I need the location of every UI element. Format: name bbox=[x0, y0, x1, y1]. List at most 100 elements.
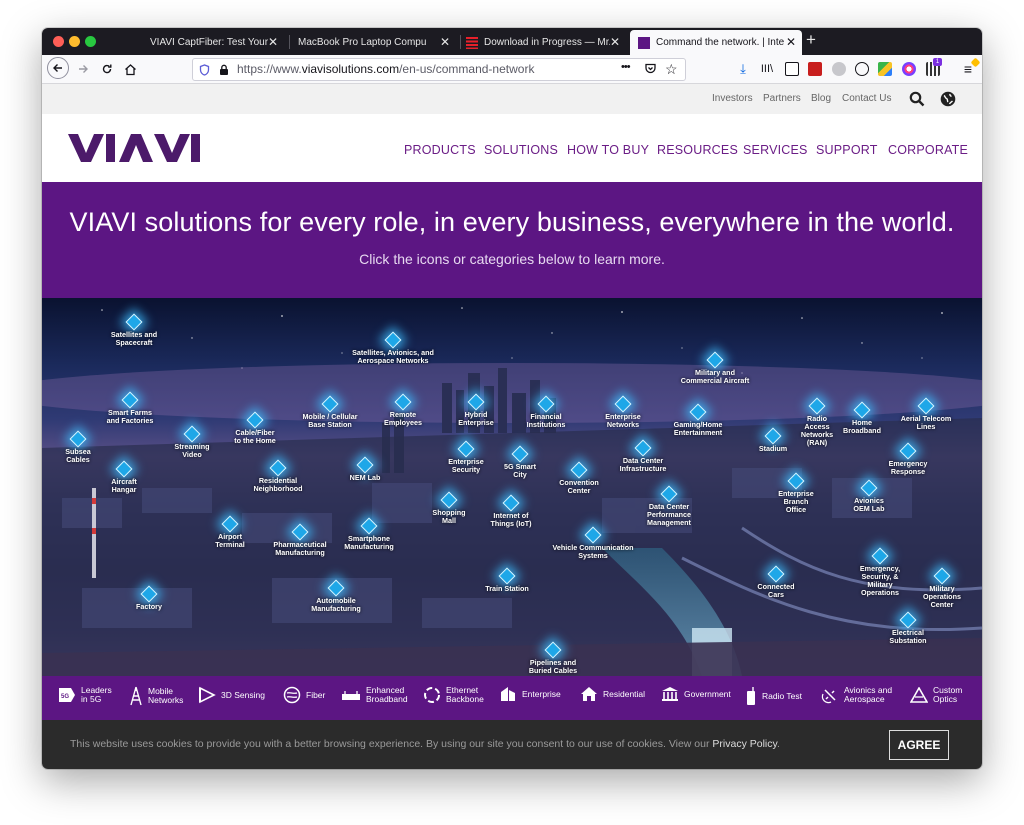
category-ethernet-backbone[interactable]: Ethernet Backbone bbox=[423, 686, 484, 704]
contact-us-link[interactable]: Contact Us bbox=[842, 93, 891, 104]
nav-how-to-buy[interactable]: HOW TO BUY bbox=[567, 143, 649, 157]
zoom-window-button[interactable] bbox=[85, 36, 96, 47]
hotspot-label[interactable]: Remote Employees bbox=[384, 411, 422, 427]
hotspot-label[interactable]: Hybrid Enterprise bbox=[458, 411, 494, 427]
hotspot-label[interactable]: Home Broadband bbox=[843, 419, 881, 435]
hotspot-label[interactable]: Gaming/Home Entertainment bbox=[674, 421, 723, 437]
account-icon[interactable] bbox=[855, 62, 869, 76]
lock-icon[interactable] bbox=[219, 63, 229, 81]
hotspot-label[interactable]: Shopping Mall bbox=[432, 509, 465, 525]
hotspot-label[interactable]: Cable/Fiber to the Home bbox=[234, 429, 276, 445]
url-bar[interactable]: https://www.viavisolutions.com/en-us/com… bbox=[192, 58, 686, 81]
hotspot-label[interactable]: Automobile Manufacturing bbox=[311, 597, 361, 613]
hotspot-label[interactable]: Pipelines and Buried Cables bbox=[529, 659, 577, 675]
sidebar-icon[interactable] bbox=[785, 62, 799, 76]
hotspot-label[interactable]: Smartphone Manufacturing bbox=[344, 535, 394, 551]
close-tab-icon[interactable]: ✕ bbox=[610, 35, 620, 49]
category-enterprise[interactable]: Enterprise bbox=[499, 686, 561, 702]
hotspot-label[interactable]: Military Operations Center bbox=[923, 585, 961, 609]
nav-resources[interactable]: RESOURCES bbox=[657, 143, 738, 157]
hotspot-label[interactable]: Stadium bbox=[759, 445, 787, 453]
hotspot-label[interactable]: Factory bbox=[136, 603, 162, 611]
category-fiber[interactable]: Fiber bbox=[283, 686, 325, 704]
hotspot-label[interactable]: Internet of Things (IoT) bbox=[490, 512, 531, 528]
category-leaders-in-5g[interactable]: 5G Leaders in 5G bbox=[58, 686, 112, 704]
hotspot-label[interactable]: Financial Institutions bbox=[527, 413, 566, 429]
close-window-button[interactable] bbox=[53, 36, 64, 47]
nav-services[interactable]: SERVICES bbox=[743, 143, 808, 157]
hotspot-label[interactable]: Convention Center bbox=[559, 479, 599, 495]
category-government[interactable]: Government bbox=[661, 686, 731, 702]
hotspot-label[interactable]: Smart Farms and Factories bbox=[107, 409, 154, 425]
hotspot-label[interactable]: Residential Neighborhood bbox=[253, 477, 302, 493]
hotspot-label[interactable]: Train Station bbox=[485, 585, 529, 593]
hotspot-label[interactable]: Data Center Performance Management bbox=[647, 503, 691, 527]
viavi-logo[interactable] bbox=[68, 134, 200, 167]
close-tab-icon[interactable]: ✕ bbox=[786, 35, 796, 49]
category-mobile-networks[interactable]: Mobile Networks bbox=[129, 686, 183, 706]
tracking-shield-icon[interactable] bbox=[199, 63, 210, 81]
hotspot-label[interactable]: Subsea Cables bbox=[65, 448, 91, 464]
nav-products[interactable]: PRODUCTS bbox=[404, 143, 476, 157]
hotspot-label[interactable]: Emergency Response bbox=[889, 460, 928, 476]
hotspot-label[interactable]: Streaming Video bbox=[174, 443, 209, 459]
hotspot-label[interactable]: Electrical Substation bbox=[889, 629, 926, 645]
category-avionics-aerospace[interactable]: Avionics and Aerospace bbox=[821, 686, 892, 704]
blog-link[interactable]: Blog bbox=[811, 93, 831, 104]
hotspot-label[interactable]: Connected Cars bbox=[757, 583, 794, 599]
hotspot-label[interactable]: Satellites, Avionics, and Aerospace Netw… bbox=[352, 349, 434, 365]
extension-icon[interactable] bbox=[832, 62, 846, 76]
investors-link[interactable]: Investors bbox=[712, 93, 753, 104]
nav-corporate[interactable]: CORPORATE bbox=[888, 143, 968, 157]
pdf-extension-icon[interactable] bbox=[808, 62, 822, 76]
new-tab-plus-icon[interactable]: + bbox=[806, 30, 816, 50]
back-arrow-icon[interactable] bbox=[47, 57, 69, 79]
nav-support[interactable]: SUPPORT bbox=[816, 143, 878, 157]
hotspot-label[interactable]: 5G Smart City bbox=[504, 463, 536, 479]
hotspot-label[interactable]: Pharmaceutical Manufacturing bbox=[273, 541, 326, 557]
partners-link[interactable]: Partners bbox=[763, 93, 801, 104]
nav-solutions[interactable]: SOLUTIONS bbox=[484, 143, 558, 157]
tab-macbook-pro[interactable]: MacBook Pro Laptop Computer & F ✕ bbox=[298, 30, 456, 55]
reload-icon[interactable] bbox=[99, 59, 115, 79]
hotspot-label[interactable]: Airport Terminal bbox=[215, 533, 244, 549]
hotspot-label[interactable]: Aircraft Hangar bbox=[111, 478, 137, 494]
hotspot-label[interactable]: Emergency, Security, & Military Operatio… bbox=[860, 565, 900, 597]
extension-colorful-icon[interactable] bbox=[878, 62, 892, 76]
hotspot-label[interactable]: Aerial Telecom Lines bbox=[901, 415, 952, 431]
home-icon[interactable] bbox=[122, 59, 138, 79]
hotspot-label[interactable]: Data Center Infrastructure bbox=[620, 457, 667, 473]
category-custom-optics[interactable]: Custom Optics bbox=[910, 686, 962, 704]
search-icon[interactable] bbox=[909, 91, 925, 112]
hotspot-label[interactable]: Vehicle Communication Systems bbox=[552, 544, 633, 560]
category-enhanced-broadband[interactable]: Enhanced Broadband bbox=[341, 686, 408, 704]
hotspot-label[interactable]: Satellites and Spacecraft bbox=[111, 331, 157, 347]
hotspot-label[interactable]: Avionics OEM Lab bbox=[853, 497, 884, 513]
globe-icon[interactable] bbox=[940, 91, 956, 112]
forward-arrow-icon[interactable] bbox=[75, 59, 91, 79]
close-tab-icon[interactable]: ✕ bbox=[440, 35, 450, 49]
hotspot-label[interactable]: Enterprise Branch Office bbox=[778, 490, 814, 514]
minimize-window-button[interactable] bbox=[69, 36, 80, 47]
page-actions-icon[interactable]: ••• bbox=[621, 61, 631, 73]
bookmark-star-icon[interactable]: ☆ bbox=[665, 61, 678, 78]
tab-download-progress[interactable]: Download in Progress — Mr.Mc ✕ bbox=[466, 30, 626, 55]
category-3d-sensing[interactable]: 3D Sensing bbox=[198, 686, 265, 704]
category-radio-test[interactable]: Radio Test bbox=[745, 686, 802, 706]
downloads-icon[interactable]: ⤓ bbox=[736, 59, 750, 79]
color-picker-extension-icon[interactable] bbox=[902, 62, 916, 76]
agree-button[interactable]: AGREE bbox=[889, 730, 949, 760]
hotspot-label[interactable]: Enterprise Networks bbox=[605, 413, 641, 429]
hotspot-label[interactable]: Military and Commercial Aircraft bbox=[681, 369, 749, 385]
privacy-policy-link[interactable]: Privacy Policy bbox=[712, 738, 777, 750]
tab-command-network[interactable]: Command the network. | Interac ✕ bbox=[630, 30, 802, 55]
close-tab-icon[interactable]: ✕ bbox=[268, 35, 278, 49]
hotspot-label[interactable]: Enterprise Security bbox=[448, 458, 484, 474]
hotspot-label[interactable]: NEM Lab bbox=[350, 474, 381, 482]
pocket-icon[interactable] bbox=[644, 62, 657, 80]
hotspot-label[interactable]: Mobile / Cellular Base Station bbox=[302, 413, 357, 429]
category-residential[interactable]: Residential bbox=[580, 686, 645, 702]
tab-viavi-captfiber[interactable]: VIAVI CaptFiber: Test Your Skill ✕ bbox=[132, 30, 284, 55]
library-icon[interactable]: III\ bbox=[760, 59, 774, 79]
hotspot-label[interactable]: Radio Access Networks (RAN) bbox=[801, 415, 833, 447]
